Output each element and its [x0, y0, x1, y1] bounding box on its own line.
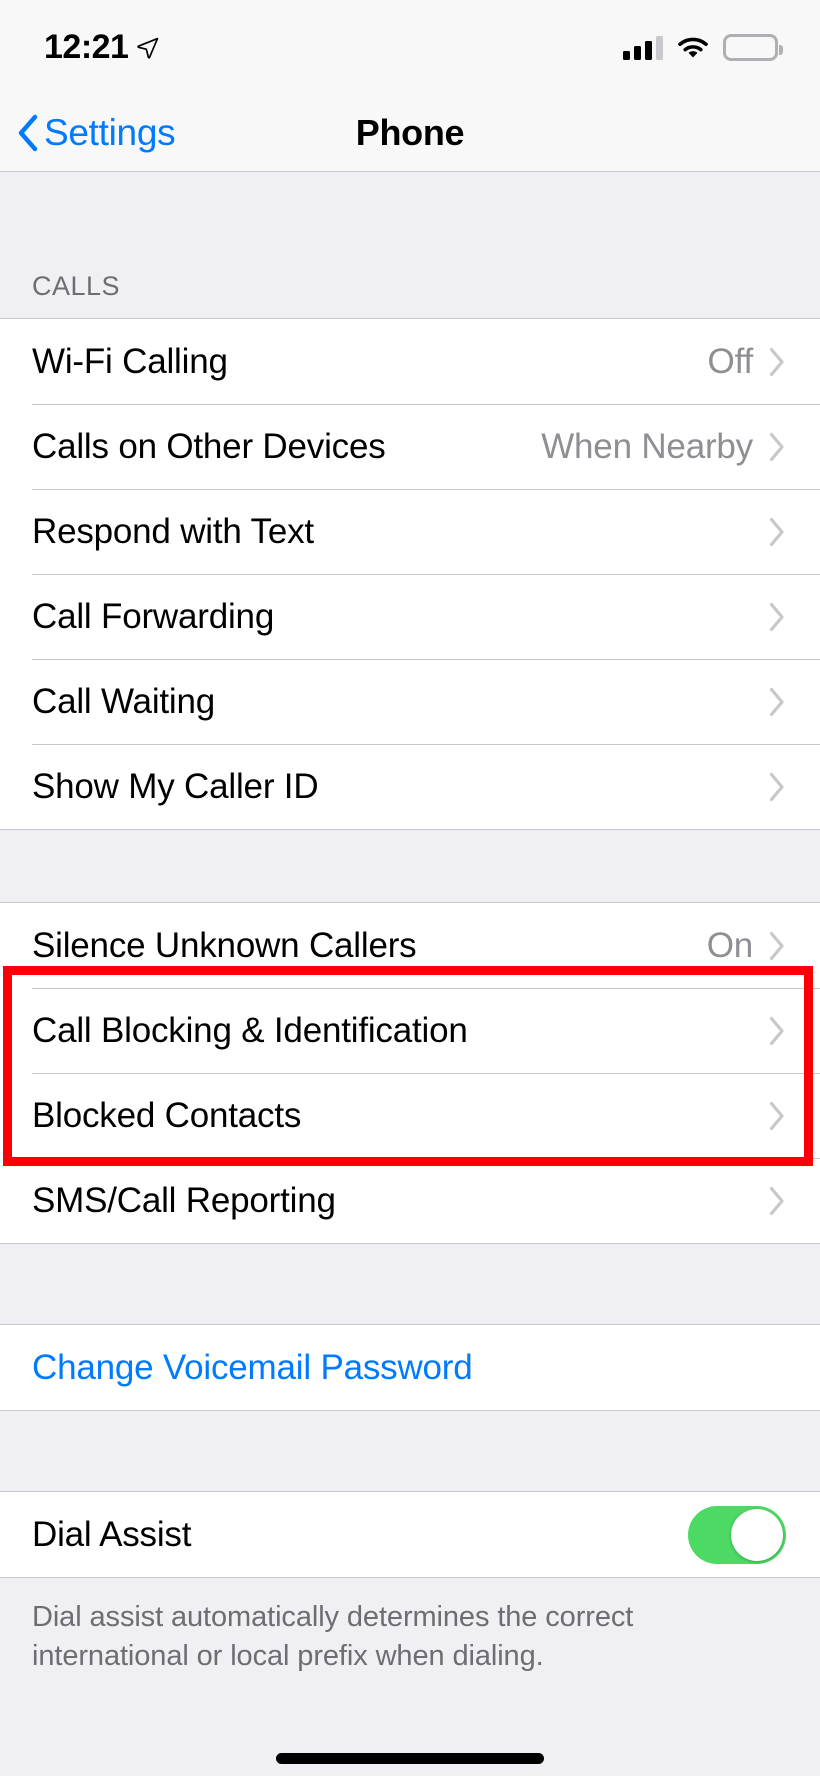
chevron-right-icon — [769, 931, 784, 960]
wifi-icon — [678, 37, 708, 57]
row-label: Wi-Fi Calling — [32, 341, 228, 381]
row-value: Off — [707, 341, 754, 381]
group-gap — [0, 1411, 820, 1491]
row-show-my-caller-id[interactable]: Show My Caller ID — [0, 744, 820, 829]
row-label: Show My Caller ID — [32, 766, 319, 806]
group-gap — [0, 1244, 820, 1324]
row-sms-call-reporting[interactable]: SMS/Call Reporting — [0, 1158, 820, 1243]
row-call-blocking-identification[interactable]: Call Blocking & Identification — [0, 988, 820, 1073]
row-label: Call Forwarding — [32, 596, 275, 636]
row-respond-with-text[interactable]: Respond with Text — [0, 489, 820, 574]
chevron-right-icon — [769, 432, 784, 461]
row-wifi-calling[interactable]: Wi-Fi Calling Off — [0, 319, 820, 404]
chevron-right-icon — [769, 602, 784, 631]
row-label: Calls on Other Devices — [32, 426, 386, 466]
row-label: Call Waiting — [32, 681, 216, 721]
status-bar-clock: 12:21 — [44, 28, 129, 66]
location-arrow-icon — [137, 37, 159, 59]
chevron-right-icon — [769, 517, 784, 546]
row-blocked-contacts[interactable]: Blocked Contacts — [0, 1073, 820, 1158]
chevron-right-icon — [769, 1186, 784, 1215]
row-dial-assist[interactable]: Dial Assist — [0, 1492, 820, 1577]
group-dial-assist: Dial Assist — [0, 1491, 820, 1578]
row-label: Respond with Text — [32, 511, 314, 551]
dial-assist-footer-note: Dial assist automatically determines the… — [32, 1601, 634, 1672]
navigation-bar: Settings Phone — [0, 95, 820, 172]
row-label: Blocked Contacts — [32, 1095, 302, 1135]
chevron-right-icon — [769, 772, 784, 801]
row-label: Silence Unknown Callers — [32, 925, 417, 965]
home-indicator — [276, 1753, 544, 1764]
status-bar-right — [623, 34, 783, 61]
settings-scroll-view[interactable]: CALLS Wi-Fi Calling Off Calls on Other D… — [0, 173, 820, 1776]
toggle-knob — [731, 1508, 783, 1561]
cellular-signal-icon — [623, 35, 663, 60]
row-label: SMS/Call Reporting — [32, 1180, 336, 1220]
row-label: Dial Assist — [32, 1514, 192, 1554]
row-value: On — [706, 925, 753, 965]
group-call-blocking: Silence Unknown Callers On Call Blocking… — [0, 902, 820, 1244]
row-label: Call Blocking & Identification — [32, 1010, 468, 1050]
row-calls-on-other-devices[interactable]: Calls on Other Devices When Nearby — [0, 404, 820, 489]
group-calls: Wi-Fi Calling Off Calls on Other Devices… — [0, 318, 820, 830]
row-silence-unknown-callers[interactable]: Silence Unknown Callers On — [0, 903, 820, 988]
row-label: Change Voicemail Password — [32, 1347, 473, 1387]
group-gap — [0, 830, 820, 902]
battery-icon — [723, 34, 783, 61]
dial-assist-toggle[interactable] — [688, 1505, 786, 1564]
row-call-forwarding[interactable]: Call Forwarding — [0, 574, 820, 659]
section-header-calls: CALLS — [0, 173, 820, 318]
section-header-label: CALLS — [32, 271, 121, 301]
chevron-right-icon — [769, 1101, 784, 1130]
status-bar: 12:21 — [0, 0, 820, 95]
chevron-right-icon — [769, 1016, 784, 1045]
chevron-right-icon — [769, 687, 784, 716]
status-bar-left: 12:21 — [44, 28, 160, 67]
page-title: Phone — [355, 112, 465, 153]
row-call-waiting[interactable]: Call Waiting — [0, 659, 820, 744]
row-change-voicemail-password[interactable]: Change Voicemail Password — [0, 1325, 820, 1410]
chevron-right-icon — [769, 347, 784, 376]
group-voicemail: Change Voicemail Password — [0, 1324, 820, 1411]
row-value: When Nearby — [541, 426, 753, 466]
